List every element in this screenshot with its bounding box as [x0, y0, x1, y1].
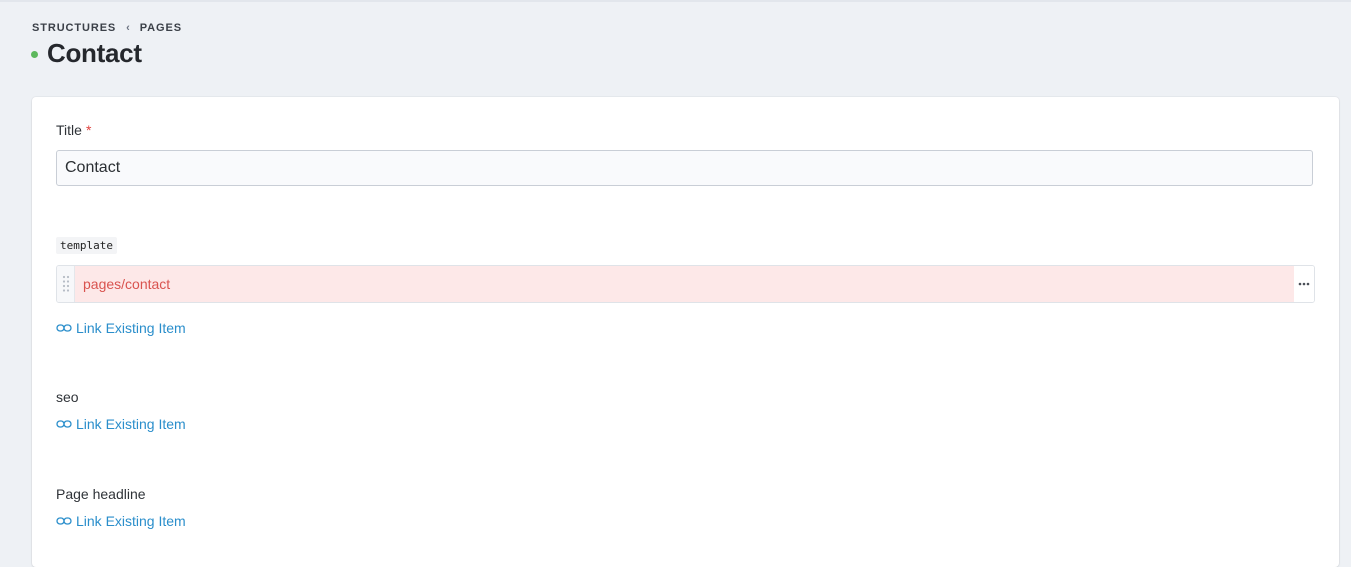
breadcrumb-pages[interactable]: PAGES [140, 22, 182, 34]
top-border [0, 0, 1351, 2]
breadcrumb-structures[interactable]: STRUCTURES [32, 22, 116, 34]
page-headline-field-label: Page headline [56, 486, 146, 502]
template-link-existing-button[interactable]: Link Existing Item [56, 320, 186, 336]
link-icon [56, 324, 72, 332]
title-label-text: Title [56, 122, 82, 138]
link-icon [56, 420, 72, 428]
link-icon [56, 517, 72, 525]
link-existing-label: Link Existing Item [76, 320, 186, 336]
title-field-label: Title * [56, 122, 91, 138]
drag-handle-icon[interactable] [57, 266, 75, 302]
template-field-label: template [56, 237, 117, 254]
page-title: Contact [47, 38, 142, 68]
required-marker: * [85, 122, 92, 138]
entry-form-card: Title* template pages/contact [32, 97, 1339, 567]
breadcrumb-separator-icon: ‹ [126, 22, 131, 34]
seo-link-existing-button[interactable]: Link Existing Item [56, 416, 186, 432]
template-relation-item: pages/contact [56, 265, 1315, 303]
seo-field-label: seo [56, 389, 79, 405]
ellipsis-icon[interactable] [1294, 266, 1314, 302]
status-dot-icon [31, 51, 38, 58]
title-input[interactable] [56, 150, 1313, 186]
page-headline-link-existing-button[interactable]: Link Existing Item [56, 513, 186, 529]
breadcrumb: STRUCTURES ‹ PAGES [32, 22, 182, 34]
link-existing-label: Link Existing Item [76, 416, 186, 432]
page-header: Contact [31, 38, 142, 69]
link-existing-label: Link Existing Item [76, 513, 186, 529]
template-item-value[interactable]: pages/contact [75, 266, 1294, 302]
